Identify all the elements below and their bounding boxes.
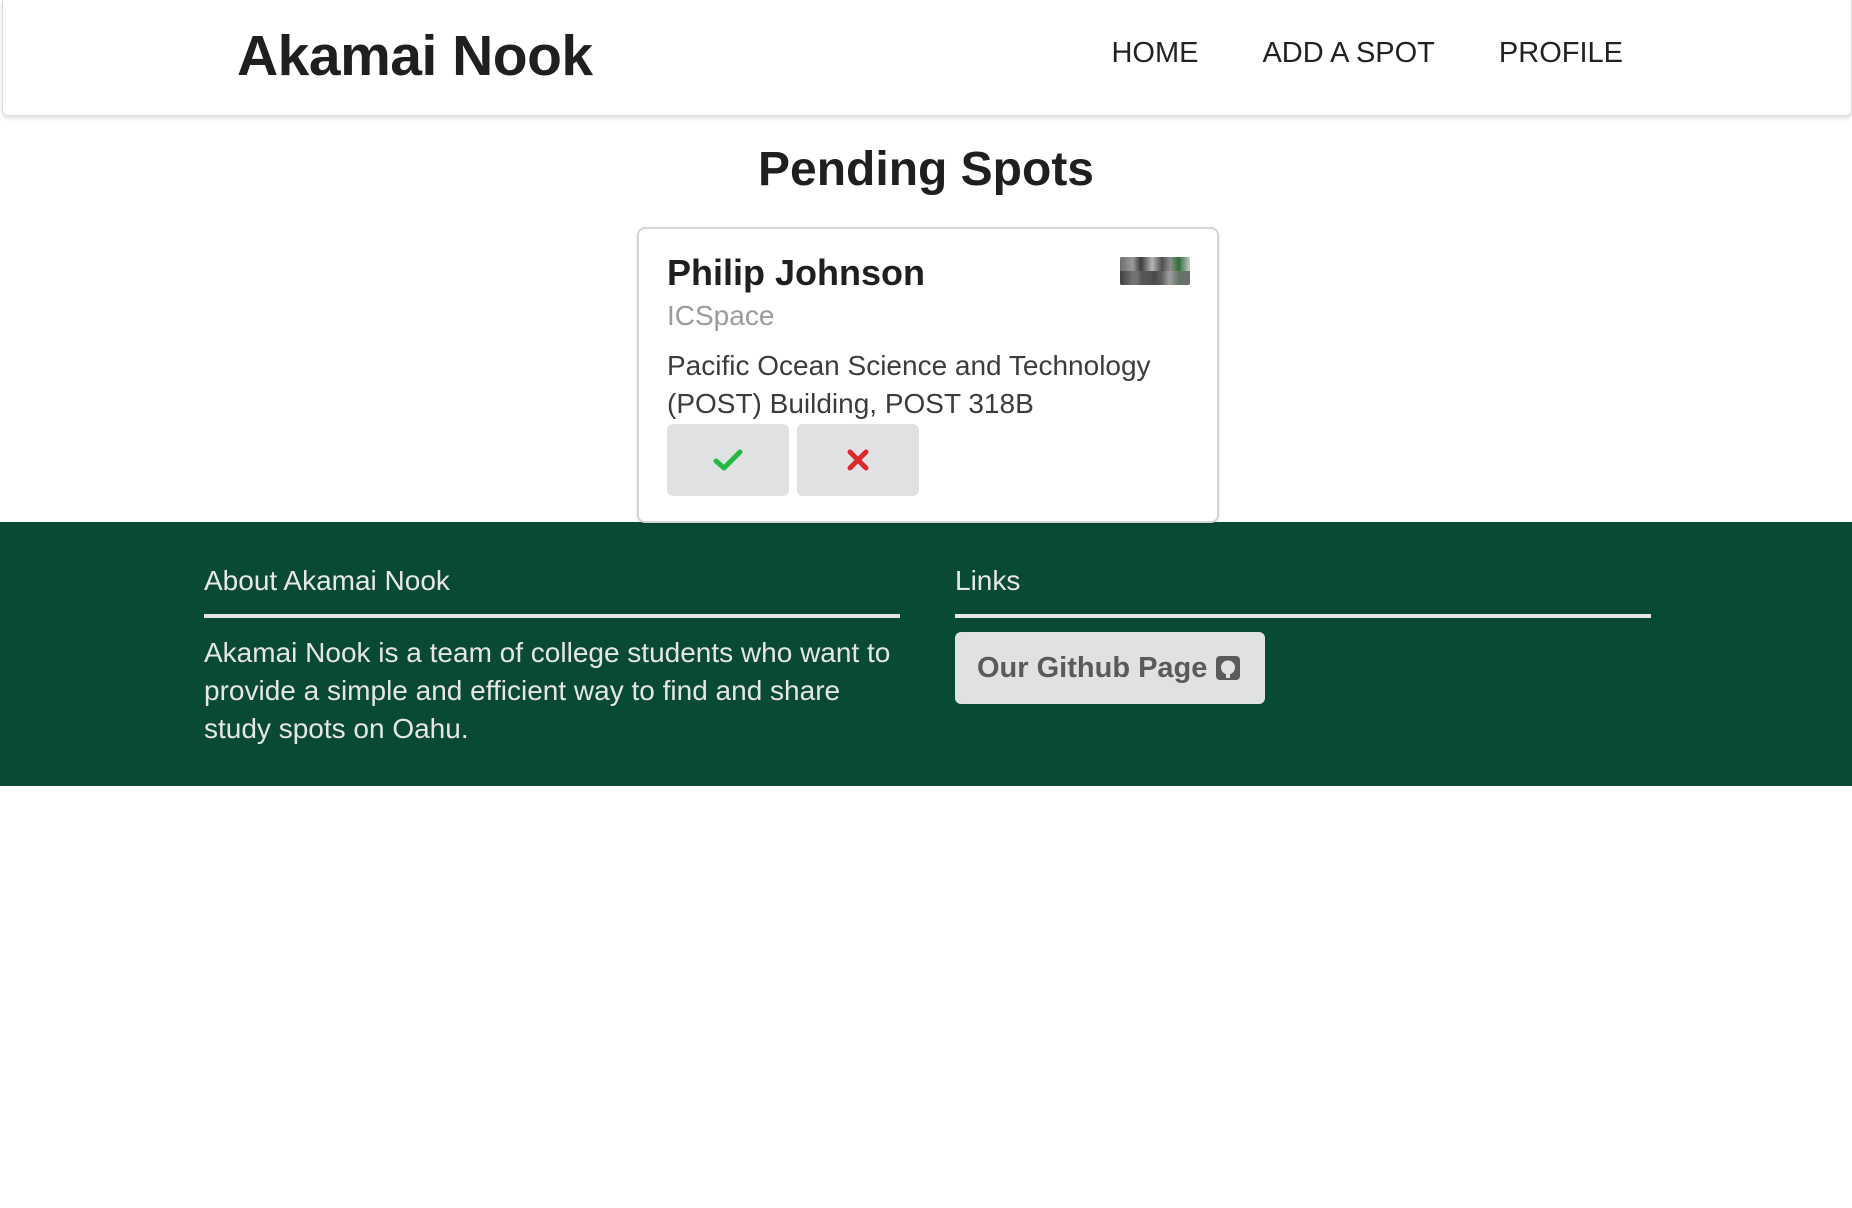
spot-thumbnail-image (1120, 257, 1190, 285)
nav-add-spot-link[interactable]: ADD A SPOT (1262, 34, 1434, 72)
footer-about-text: Akamai Nook is a team of college student… (204, 637, 891, 744)
check-icon (713, 449, 743, 471)
pending-spot-card: Philip Johnson ICSpace Pacific Ocean Sci… (637, 227, 1219, 523)
footer-about-section: About Akamai Nook Akamai Nook is a team … (204, 562, 900, 748)
footer-links-section: Links Our Github Page (955, 562, 1651, 704)
site-footer: About Akamai Nook Akamai Nook is a team … (0, 522, 1852, 786)
top-navbar: Akamai Nook HOME ADD A SPOT PROFILE (2, 0, 1852, 116)
approve-button[interactable] (667, 424, 789, 496)
nav-profile-link[interactable]: PROFILE (1499, 34, 1623, 72)
github-page-button[interactable]: Our Github Page (955, 632, 1266, 704)
spot-location: Pacific Ocean Science and Technology (PO… (667, 350, 1151, 419)
page-title: Pending Spots (758, 143, 1094, 196)
github-button-label: Our Github Page (977, 651, 1208, 684)
spot-submitter-name: Philip Johnson (667, 252, 925, 293)
footer-links-heading: Links (955, 562, 1651, 618)
close-icon (847, 449, 869, 471)
spot-title: ICSpace (667, 300, 775, 331)
footer-about-heading: About Akamai Nook (204, 562, 900, 618)
nav-menu: HOME ADD A SPOT PROFILE (1111, 34, 1623, 72)
brand-logo[interactable]: Akamai Nook (237, 22, 593, 90)
github-square-icon (1216, 656, 1241, 680)
reject-button[interactable] (797, 424, 919, 496)
approval-button-group (667, 424, 919, 496)
nav-home-link[interactable]: HOME (1111, 34, 1198, 72)
